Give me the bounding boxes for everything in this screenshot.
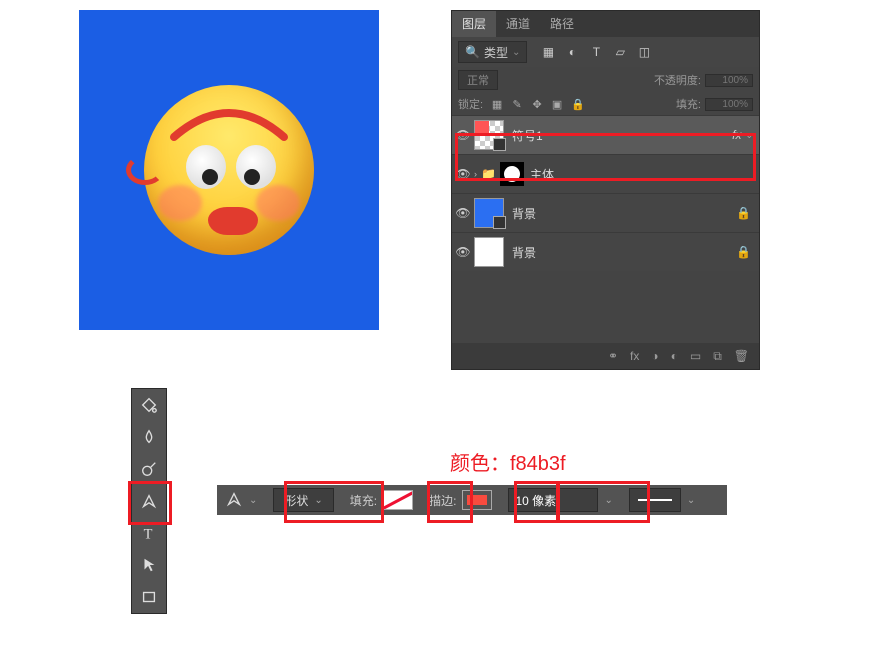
emoji-art — [144, 85, 314, 255]
stroke-swatch[interactable] — [462, 490, 492, 510]
tab-channels[interactable]: 通道 — [496, 11, 540, 37]
layer-name[interactable]: 符号1 — [512, 127, 732, 144]
layer-row-group-body[interactable]: 👁 › 📁 主体 — [452, 154, 759, 193]
lock-artboard-icon[interactable]: ▣ — [551, 98, 563, 111]
visibility-toggle[interactable]: 👁 — [452, 128, 474, 142]
layer-row-bg-smart[interactable]: 👁 背景 🔒 — [452, 193, 759, 232]
layer-filter-select[interactable]: 🔍 类型 ⌄ — [458, 41, 527, 63]
lock-move-icon[interactable]: ✥ — [531, 98, 543, 111]
pen-mode-value: 形状 — [284, 492, 308, 509]
pen-tool-icon[interactable] — [225, 490, 243, 511]
options-bar: ⌄ 形状 ⌄ 填充: 描边: 10 像素 ⌄ ⌄ — [217, 485, 727, 515]
lock-icon[interactable]: 🔒 — [736, 245, 759, 259]
stroke-width-field[interactable]: 10 像素 — [508, 488, 598, 512]
adjustment-icon[interactable]: ◐ — [671, 349, 678, 363]
lock-pixels-icon[interactable]: ▦ — [491, 98, 503, 111]
fill-label: 填充: — [676, 96, 701, 112]
pen-mode-select[interactable]: 形状 ⌄ — [273, 488, 333, 512]
fill-swatch[interactable] — [383, 490, 413, 510]
trash-icon[interactable]: 🗑 — [734, 349, 749, 363]
panel-footer: ⚭ fx ◑ ◐ ▭ ⧉ 🗑 — [452, 343, 759, 369]
filter-shape-icon[interactable]: ▱ — [613, 45, 627, 59]
canvas-preview — [79, 10, 379, 330]
link-icon[interactable]: ⚭ — [608, 349, 618, 363]
fx-icon[interactable]: fx — [630, 349, 639, 363]
svg-text:T: T — [144, 526, 153, 542]
opacity-label: 不透明度: — [654, 72, 701, 88]
lock-icon[interactable]: 🔒 — [736, 206, 759, 220]
layer-filter-text: 类型 — [484, 44, 508, 61]
panel-tabs: 图层 通道 路径 — [452, 11, 759, 37]
vertical-toolbar: T — [131, 388, 167, 614]
layer-thumb — [474, 237, 504, 267]
layer-row-bg[interactable]: 👁 背景 🔒 — [452, 232, 759, 271]
path-select-tool[interactable] — [132, 549, 166, 581]
blend-mode-select[interactable]: 正常 — [458, 70, 498, 90]
chevron-down-icon[interactable]: ⌄ — [249, 495, 257, 506]
chevron-down-icon: ⌄ — [314, 495, 322, 506]
lock-brush-icon[interactable]: ✎ — [511, 98, 523, 111]
visibility-toggle[interactable]: 👁 — [452, 167, 474, 181]
bucket-tool[interactable] — [132, 389, 166, 421]
layers-panel: 图层 通道 路径 🔍 类型 ⌄ ▦ ◐ T ▱ ◫ 正常 不透明度: 100% … — [451, 10, 760, 370]
lock-all-icon[interactable]: 🔒 — [571, 98, 583, 111]
layer-row-symbol1[interactable]: 👁 符号1 fx ⌄ — [452, 115, 759, 154]
dodge-tool[interactable] — [132, 453, 166, 485]
type-tool[interactable]: T — [132, 517, 166, 549]
blur-tool[interactable] — [132, 421, 166, 453]
rectangle-tool[interactable] — [132, 581, 166, 613]
fill-label: 填充: — [350, 492, 377, 509]
stroke-label: 描边: — [429, 492, 456, 509]
tab-paths[interactable]: 路径 — [540, 11, 584, 37]
filter-smart-icon[interactable]: ◫ — [637, 45, 651, 59]
smart-object-badge — [493, 216, 506, 229]
visibility-toggle[interactable]: 👁 — [452, 206, 474, 220]
color-annotation: 颜色：f84b3f — [450, 447, 566, 476]
stroke-style-select[interactable] — [629, 488, 681, 512]
pen-tool[interactable] — [132, 485, 166, 517]
visibility-toggle[interactable]: 👁 — [452, 245, 474, 259]
layer-name[interactable]: 背景 — [512, 205, 736, 222]
layer-fx-label[interactable]: fx — [732, 128, 745, 142]
chevron-down-icon[interactable]: ⌄ — [745, 130, 759, 141]
filter-adjust-icon[interactable]: ◐ — [565, 45, 579, 59]
search-icon: 🔍 — [465, 45, 480, 59]
opacity-value[interactable]: 100% — [705, 74, 753, 87]
filter-icon-strip: ▦ ◐ T ▱ ◫ — [541, 45, 651, 59]
new-layer-icon[interactable]: ⧉ — [713, 349, 722, 364]
chevron-down-icon: ⌄ — [512, 47, 520, 58]
mask-icon[interactable]: ◑ — [651, 349, 658, 363]
chevron-down-icon[interactable]: ⌄ — [687, 495, 695, 506]
smart-object-badge — [493, 138, 506, 151]
filter-type-icon[interactable]: T — [589, 45, 603, 59]
folder-icon: 📁 — [481, 167, 496, 181]
layer-name[interactable]: 背景 — [512, 244, 736, 261]
layer-name[interactable]: 主体 — [530, 166, 759, 183]
chevron-right-icon[interactable]: › — [474, 169, 477, 179]
group-icon[interactable]: ▭ — [690, 349, 701, 363]
layer-mask-thumb[interactable] — [500, 162, 524, 186]
chevron-down-icon[interactable]: ⌄ — [604, 495, 612, 506]
lock-label: 锁定: — [458, 96, 483, 112]
filter-pixel-icon[interactable]: ▦ — [541, 45, 555, 59]
tab-layers[interactable]: 图层 — [452, 11, 496, 37]
fill-value[interactable]: 100% — [705, 98, 753, 111]
